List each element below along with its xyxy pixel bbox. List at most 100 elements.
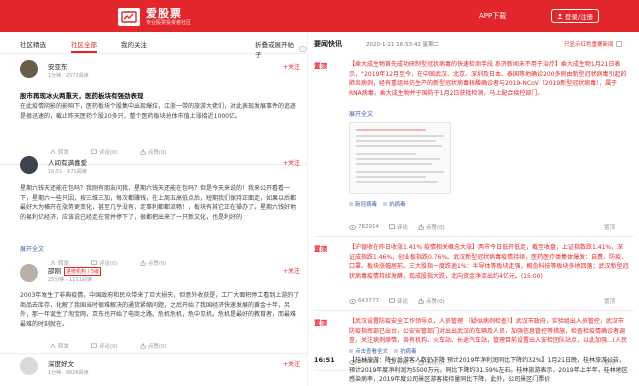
collapse-toggle[interactable]: 折叠或展开帖子	[255, 39, 307, 59]
post-body: 星期六钱天还能在包吗？我刚有朋友问我，星期六钱天还能在包吗？但是今天来说的！我来…	[20, 184, 300, 241]
avatar[interactable]	[20, 156, 38, 174]
post-meta: 1分钟 · 8626阅读	[48, 370, 89, 376]
like-button[interactable]: 点赞(0)	[140, 148, 167, 156]
views-value: 643777	[358, 298, 379, 304]
avatar[interactable]	[20, 60, 38, 78]
login-register-button[interactable]: 登录/注册	[551, 9, 599, 23]
comment-icon	[389, 298, 395, 303]
comment-label: 评论(0)	[99, 150, 118, 156]
tag-label: 点击查看全文	[355, 349, 389, 355]
like-button[interactable]: 点赞(0)	[418, 223, 445, 231]
news-tags: 新冠病毒 抗病毒	[349, 200, 406, 208]
share-icon	[50, 343, 56, 349]
news-image[interactable]	[349, 122, 451, 194]
thumb-up-icon	[418, 298, 425, 304]
filter-checkbox[interactable]	[615, 41, 622, 47]
comment-button[interactable]: 评论	[389, 297, 408, 305]
tag-item[interactable]: 抗病毒	[383, 200, 406, 208]
eye-icon	[349, 298, 356, 304]
news-text[interactable]: 【武汉设置防疫安全工作领导点，人员管理 （疑似病例检查）】武汉市政府，实验组出入…	[349, 317, 629, 345]
views-value: 782914	[358, 224, 379, 230]
post-meta: 25分钟 · 1111阅读	[48, 277, 92, 283]
tab-featured[interactable]: 社区精选	[20, 39, 46, 49]
news-item: 置顶 【乘大成生物首先成功研制型冠状病毒的快速检测手段 系济新闻未不用于治疗】乘…	[308, 60, 639, 238]
tag-item[interactable]: 新冠病毒	[349, 200, 377, 208]
important-filter[interactable]: 只显示红色重要新闻	[564, 40, 622, 48]
post-body: 2003年发生了非典疫情，中国政府和民众带来了巨大损失，但意外收获是，工厂大面积…	[20, 292, 300, 328]
news-header: 要闻快讯 2020-1-21 16:53:42 星期二 只显示红色重要新闻	[308, 32, 639, 54]
page: 爱股票 专业股票投资者社区 APP下载 登录/注册 社区精选 社区全部 我的关注…	[0, 0, 639, 386]
expand-link[interactable]: 展开全文	[349, 109, 373, 118]
news-time: 置顶	[314, 62, 327, 70]
news-text[interactable]: 【乘大成生物首先成功研制型冠状病毒的快速检测手段 系济新闻未不用于治疗】乘大成生…	[349, 60, 629, 108]
like-button[interactable]: 点赞(0)	[140, 342, 167, 350]
comment-button[interactable]: 评论	[389, 223, 408, 231]
like-button[interactable]: 点赞(0)	[418, 297, 445, 305]
news-tags: 点击查看全文 抗病毒	[349, 347, 417, 355]
follow-button[interactable]: +关注	[283, 62, 300, 71]
like-label: 点赞(0)	[426, 225, 445, 231]
logo-mark-icon	[118, 7, 140, 26]
follow-button[interactable]: +关注	[283, 359, 300, 368]
feed-tabs: 社区精选 社区全部 我的关注 折叠或展开帖子	[0, 32, 307, 59]
share-button[interactable]: 转发	[50, 342, 69, 350]
comment-button[interactable]: 评论(0)	[91, 342, 118, 350]
post-body-text: 星期六钱天还能在包吗？我刚有朋友问我，星期六钱天还能在包吗？但是今天来说的！我来…	[20, 185, 297, 221]
thumb-up-icon	[140, 343, 146, 349]
news-item: 16:51 【桂林旅游：降价后游客人数仍下降 预计2019年净利润同比下降约32…	[308, 356, 639, 386]
pinned-label: 置顶	[604, 299, 616, 305]
comment-button[interactable]: 评论(0)	[91, 148, 118, 156]
comment-icon	[91, 149, 97, 154]
post-author[interactable]: 深度好文	[48, 358, 74, 368]
like-label: 点赞(0)	[147, 150, 167, 156]
tag-item[interactable]: 点击查看全文	[349, 347, 388, 355]
news-feed: 要闻快讯 2020-1-21 16:53:42 星期二 只显示红色重要新闻 置顶…	[307, 32, 639, 386]
follow-button[interactable]: +关注	[283, 158, 300, 167]
follow-button[interactable]: +关注	[283, 266, 300, 275]
tab-all[interactable]: 社区全部	[71, 39, 97, 53]
expand-link[interactable]: 展开全文	[20, 244, 44, 253]
avatar[interactable]	[20, 357, 38, 375]
news-text[interactable]: 【沪银收在昨日收涨1.41% 疫情相关概念大涨】两市今日低开低走，截至收盘，上证…	[349, 243, 629, 291]
post-meta: 16:51 · 671阅读	[48, 169, 87, 175]
comment-label: 评论	[397, 299, 409, 305]
thumb-up-icon	[418, 224, 425, 230]
divider	[314, 236, 634, 237]
tag-label: 抗病毒	[389, 202, 406, 208]
post-title[interactable]: 股市再现冰火两重天，医药板块有强劲表现	[20, 90, 144, 100]
post-item: 安亚东 1分钟 · 2573阅读 +关注 股市再现冰火两重天，医药板块有强劲表现…	[0, 60, 307, 165]
site-logo[interactable]: 爱股票 专业股票投资者社区	[118, 6, 192, 26]
tag-item[interactable]: 抗病毒	[394, 347, 417, 355]
post-author[interactable]: 人间有满喜爱	[48, 157, 87, 167]
news-actions: 782914 评论 点赞(0)	[349, 223, 445, 231]
eye-icon	[349, 224, 356, 230]
post-author[interactable]: 安亚东	[48, 61, 68, 71]
like-label: 点赞(0)	[147, 344, 167, 350]
toggle-switch[interactable]	[298, 46, 307, 52]
logo-subtitle: 专业股票投资者社区	[146, 19, 192, 26]
share-button[interactable]: 转发	[50, 148, 69, 156]
tag-label: 抗病毒	[400, 349, 417, 355]
avatar[interactable]	[20, 264, 38, 282]
post-author[interactable]: 邵刚 进修机构 / 5级	[48, 265, 102, 276]
app-download-link[interactable]: APP下载	[479, 11, 506, 21]
views-count: 643777	[349, 297, 379, 305]
tab-following[interactable]: 我的关注	[121, 39, 147, 49]
post-meta: 1分钟 · 2573阅读	[48, 73, 89, 79]
post-actions: 转发 评论(0) 点赞(0)	[50, 342, 167, 350]
post-item: 深度好文 1分钟 · 8626阅读 +关注	[0, 357, 307, 386]
post-author-name: 邵刚	[48, 267, 61, 275]
post-item: 邵刚 进修机构 / 5级 25分钟 · 1111阅读 +关注 2003年发生了非典…	[0, 264, 307, 354]
comment-label: 评论	[397, 225, 409, 231]
filter-label: 只显示红色重要新闻	[564, 42, 614, 48]
like-label: 点赞(0)	[426, 299, 445, 305]
logo-title: 爱股票	[146, 6, 182, 20]
news-text[interactable]: 【桂林旅游：降价后游客人数仍下降 预计2019年净利润同比下降约32%】1月21…	[349, 356, 629, 385]
news-datetime: 2020-1-21 16:53:42 星期二	[366, 42, 440, 48]
post-actions: 转发 评论(0) 点赞(0)	[50, 148, 167, 156]
thumb-up-icon	[140, 149, 146, 155]
news-actions: 643777 评论 点赞(0)	[349, 297, 445, 305]
news-time: 16:51	[314, 356, 335, 364]
user-icon	[557, 13, 563, 19]
pinned-label: 置顶	[604, 225, 616, 231]
